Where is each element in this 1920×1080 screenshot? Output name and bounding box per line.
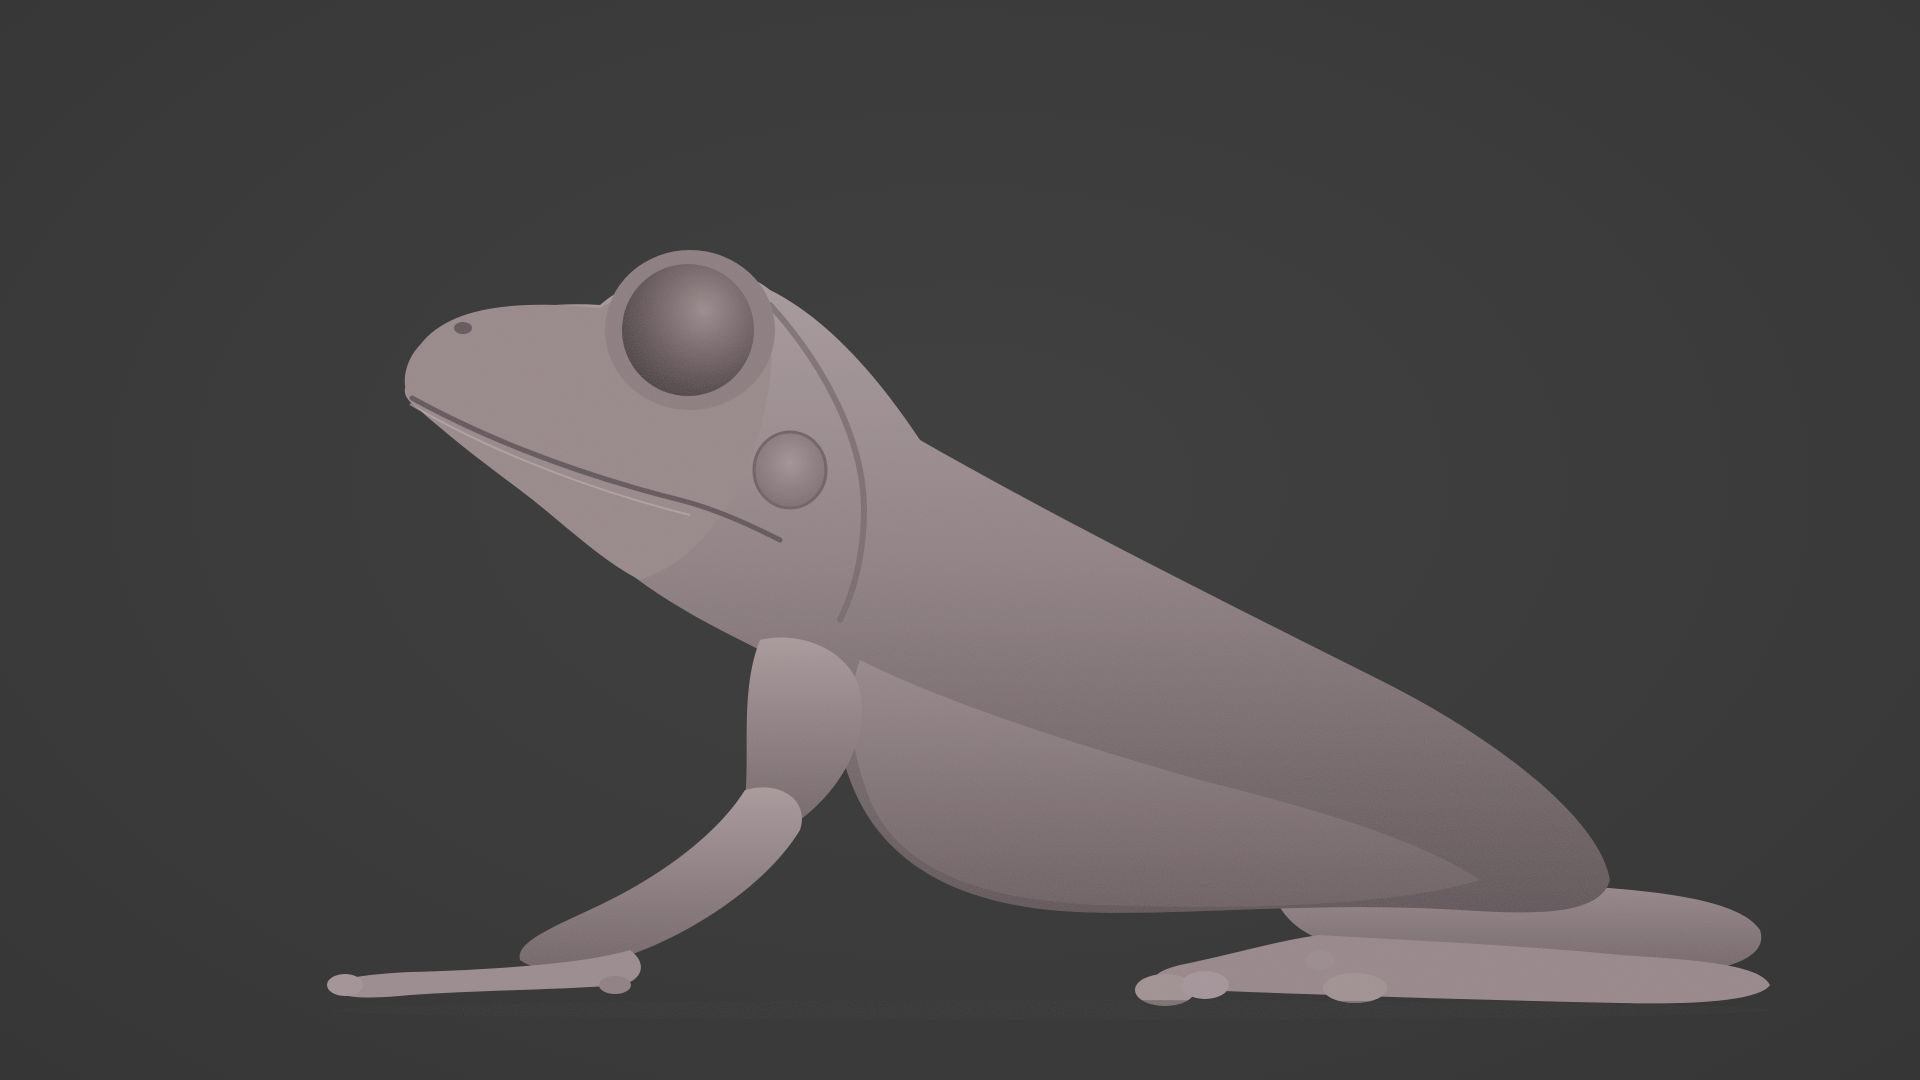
finger-pad-under <box>599 976 631 994</box>
front-forearm <box>519 787 802 970</box>
tympanum <box>752 430 828 510</box>
toe-pad-2 <box>1181 971 1229 999</box>
ground-shadow <box>330 1000 1770 1020</box>
nostril <box>454 322 472 334</box>
finger-pad-front <box>327 974 363 996</box>
frog-eye <box>622 264 754 396</box>
3d-viewport[interactable] <box>0 0 1920 1080</box>
frog-sculpt-model <box>327 250 1770 1020</box>
toe-pad-4 <box>1306 950 1334 970</box>
toe-pad-3 <box>1323 973 1387 1003</box>
